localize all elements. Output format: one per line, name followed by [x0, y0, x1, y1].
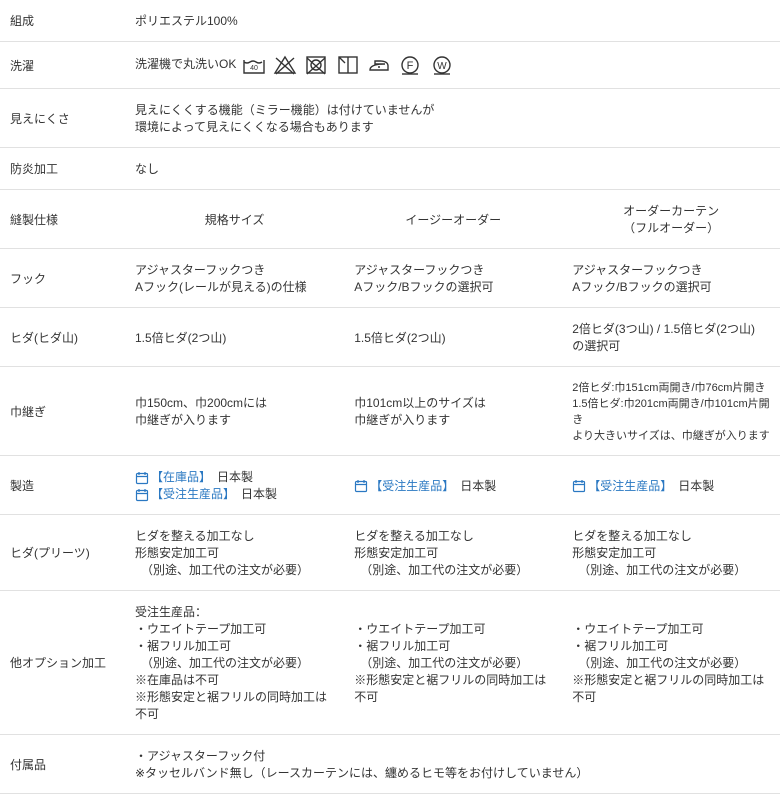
calendar-icon: [572, 479, 586, 493]
col-standard: 規格サイズ: [125, 190, 344, 249]
row-visibility: 見えにくさ 見えにくくする機能（ミラー機能）は付けていませんが環境によって見えに…: [0, 89, 780, 148]
care-icons: 40 F W: [240, 57, 456, 71]
wetclean-w-icon: W: [429, 54, 455, 76]
label: フック: [0, 249, 125, 308]
row-fire: 防炎加工 なし: [0, 148, 780, 190]
row-mfg: 製造 【在庫品】 日本製 【受注生産品】 日本製 【受注生産品】 日本製 【受注…: [0, 456, 780, 515]
col-easy: イージーオーダー: [344, 190, 562, 249]
spec-table: 組成 ポリエステル100% 洗濯 洗濯機で丸洗いOK 40 F W 見えにくさ …: [0, 0, 780, 794]
label: 縫製仕様: [0, 190, 125, 249]
label: 製造: [0, 456, 125, 515]
opt-c3: ・ウエイトテープ加工可・裾フリル加工可 （別途、加工代の注文が必要）※形態安定と…: [562, 591, 780, 735]
row-hook: フック アジャスターフックつきAフック(レールが見える)の仕様 アジャスターフッ…: [0, 249, 780, 308]
wash-40-icon: 40: [241, 54, 267, 76]
row-spec-header: 縫製仕様 規格サイズ イージーオーダー オーダーカーテン（フルオーダー）: [0, 190, 780, 249]
label: 見えにくさ: [0, 89, 125, 148]
mto-link[interactable]: 【受注生産品】: [370, 479, 448, 493]
svg-text:40: 40: [250, 65, 258, 72]
mto-link[interactable]: 【受注生産品】: [588, 479, 666, 493]
no-tumble-icon: [303, 54, 329, 76]
label: ヒダ(プリーツ): [0, 515, 125, 591]
row-seam: 巾継ぎ 巾150cm、巾200cmには巾継ぎが入ります 巾101cm以上のサイズ…: [0, 367, 780, 456]
label: 洗濯: [0, 42, 125, 89]
col-full: オーダーカーテン（フルオーダー）: [562, 190, 780, 249]
label: 他オプション加工: [0, 591, 125, 735]
label: 防炎加工: [0, 148, 125, 190]
row-pleat2: ヒダ(プリーツ) ヒダを整える加工なし形態安定加工可 （別途、加工代の注文が必要…: [0, 515, 780, 591]
row-pleat: ヒダ(ヒダ山) 1.5倍ヒダ(2つ山) 1.5倍ヒダ(2つ山) 2倍ヒダ(3つ山…: [0, 308, 780, 367]
dryclean-f-icon: F: [397, 54, 423, 76]
row-composition: 組成 ポリエステル100%: [0, 0, 780, 42]
opt-c2: ・ウエイトテープ加工可・裾フリル加工可 （別途、加工代の注文が必要）※形態安定と…: [344, 591, 562, 735]
label: 巾継ぎ: [0, 367, 125, 456]
row-option: 他オプション加工 受注生産品：・ウエイトテープ加工可・裾フリル加工可 （別途、加…: [0, 591, 780, 735]
label: 付属品: [0, 735, 125, 794]
svg-text:F: F: [407, 60, 414, 72]
dry-shade-icon: [335, 54, 361, 76]
label: ヒダ(ヒダ山): [0, 308, 125, 367]
iron-low-icon: [366, 54, 392, 76]
value: なし: [125, 148, 780, 190]
mto-link[interactable]: 【受注生産品】: [151, 487, 229, 501]
calendar-icon: [135, 488, 149, 502]
value: 洗濯機で丸洗いOK 40 F W: [125, 42, 780, 89]
value: ポリエステル100%: [125, 0, 780, 42]
svg-text:W: W: [437, 61, 447, 72]
value: 見えにくくする機能（ミラー機能）は付けていませんが環境によって見えにくくなる場合…: [125, 89, 780, 148]
row-acc: 付属品 ・アジャスターフック付※タッセルバンド無し（レースカーテンには、纏めるヒ…: [0, 735, 780, 794]
calendar-icon: [135, 471, 149, 485]
stock-link[interactable]: 【在庫品】: [151, 470, 205, 484]
label: 組成: [0, 0, 125, 42]
row-wash: 洗濯 洗濯機で丸洗いOK 40 F W: [0, 42, 780, 89]
calendar-icon: [354, 479, 368, 493]
opt-c1: 受注生産品：・ウエイトテープ加工可・裾フリル加工可 （別途、加工代の注文が必要）…: [125, 591, 344, 735]
no-bleach-icon: [272, 54, 298, 76]
